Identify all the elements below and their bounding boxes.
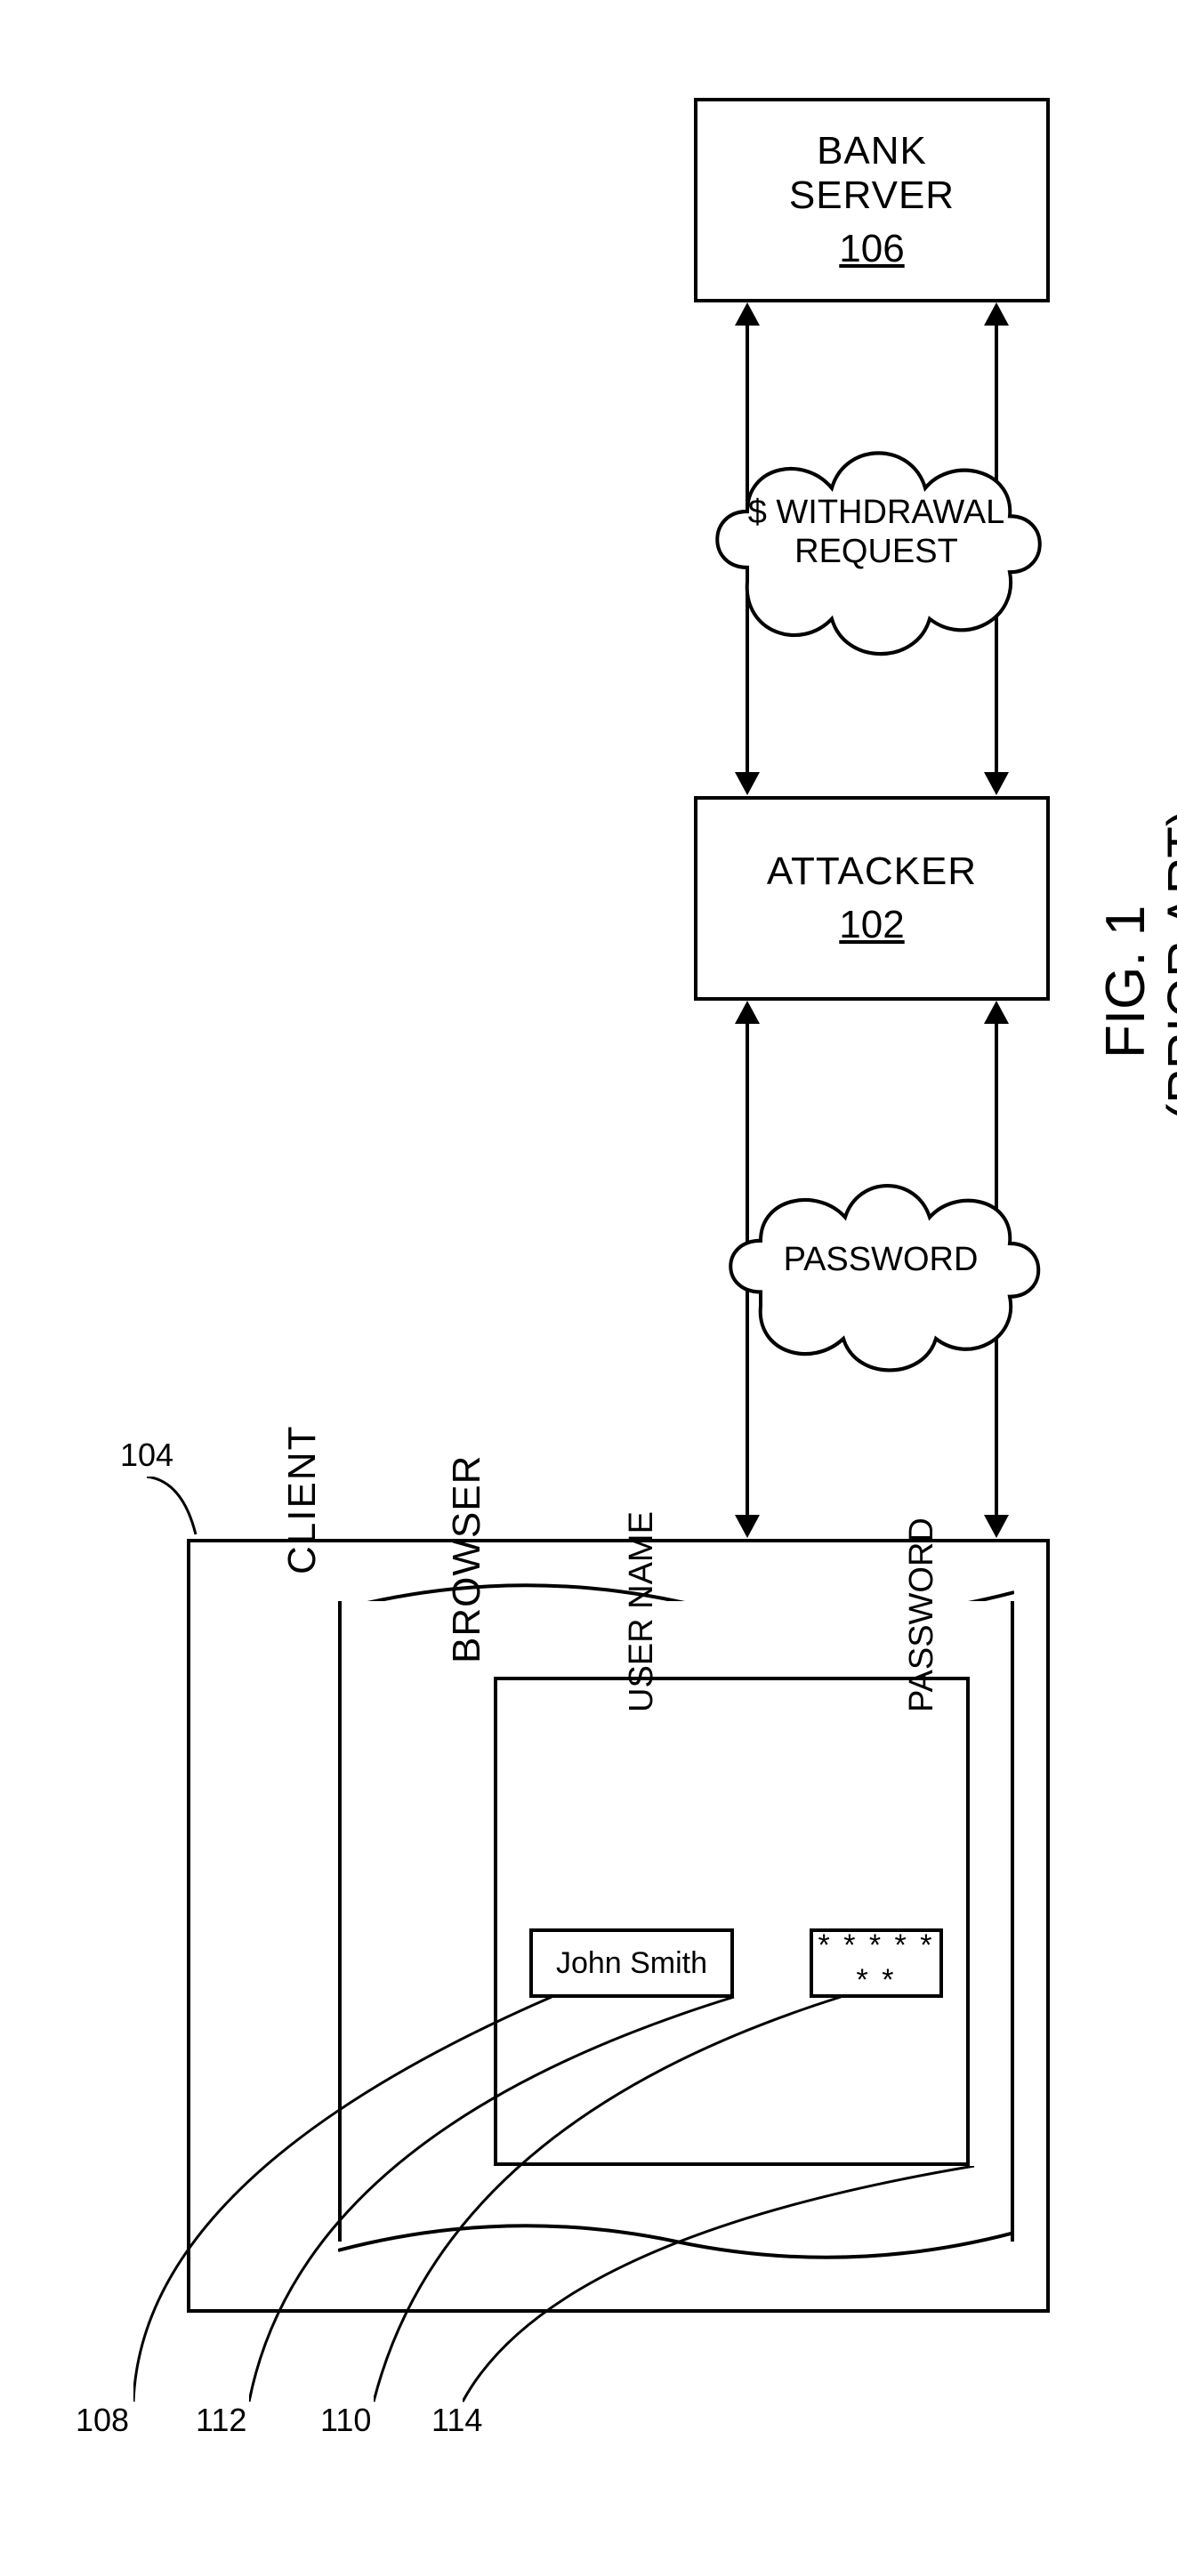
username-value: John Smith <box>556 1946 707 1981</box>
fig-sub-text: (PRIOR ART) <box>1157 809 1177 1121</box>
arrowhead <box>735 772 760 795</box>
attacker-ref: 102 <box>839 903 904 947</box>
attacker-label: ATTACKER <box>767 849 977 894</box>
figure-subtitle: (PRIOR ART) <box>1157 809 1177 1121</box>
username-field[interactable]: John Smith <box>529 1928 734 1998</box>
arrowhead <box>984 772 1009 795</box>
password-label: PASSWORD <box>903 1517 941 1712</box>
cloud-withdrawal-text: $ WITHDRAWAL REQUEST <box>738 494 1014 571</box>
callout-114-line <box>463 2166 996 2415</box>
diagram-canvas: BANK SERVER 106 $ WITHDRAWAL REQUEST ATT… <box>0 0 1177 2576</box>
callout-112: 112 <box>196 2402 246 2439</box>
browser-label: BROWSER <box>445 1455 489 1663</box>
bank-server-box: BANK SERVER 106 <box>694 98 1050 302</box>
password-field[interactable]: * * * * * * * <box>810 1928 943 1998</box>
username-label: USER NAME <box>623 1511 661 1712</box>
fig-num-text: FIG. 1 <box>1095 906 1157 1059</box>
callout-110: 110 <box>320 2402 371 2439</box>
password-value: * * * * * * * <box>813 1928 939 1998</box>
callout-104: 104 <box>120 1437 173 1474</box>
arrowhead <box>735 1515 760 1538</box>
bank-server-ref: 106 <box>839 227 904 271</box>
client-label: CLIENT <box>280 1425 325 1574</box>
callout-104-line <box>147 1477 218 1548</box>
callout-108: 108 <box>76 2402 129 2439</box>
attacker-box: ATTACKER 102 <box>694 796 1050 1001</box>
arrowhead <box>984 1515 1009 1538</box>
figure-number: FIG. 1 <box>1094 906 1157 1059</box>
cloud-password-text: PASSWORD <box>756 1241 1005 1280</box>
bank-server-label: BANK SERVER <box>789 129 955 218</box>
